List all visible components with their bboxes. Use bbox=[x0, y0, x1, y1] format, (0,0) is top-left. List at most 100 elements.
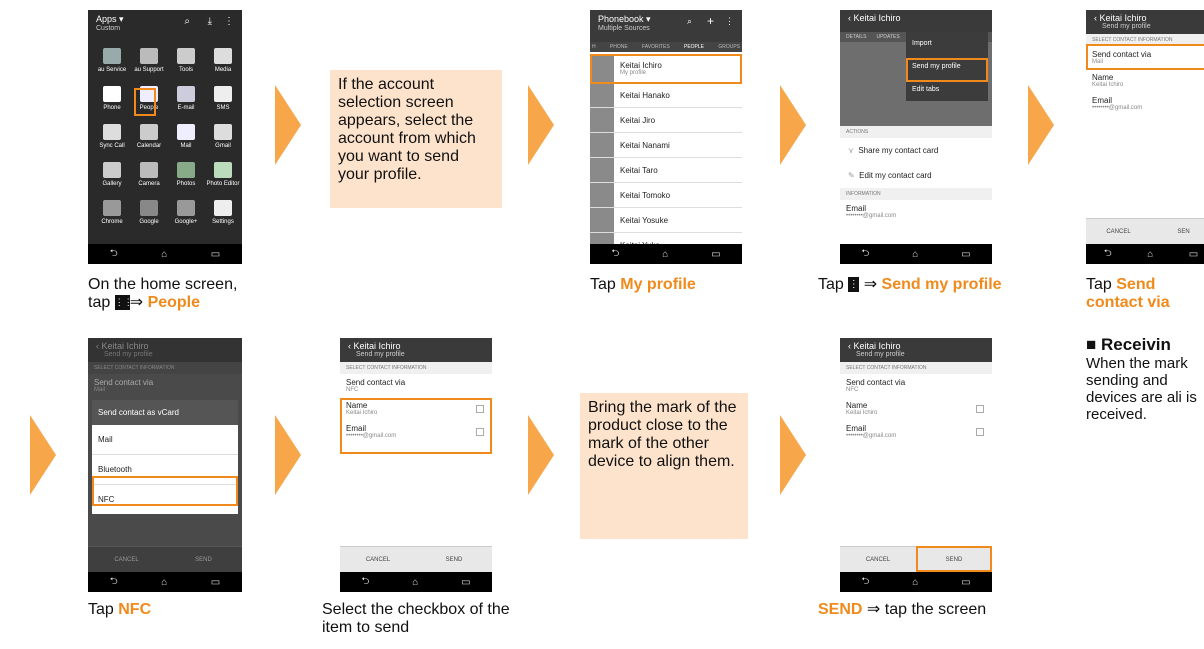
add-icon[interactable]: + bbox=[707, 14, 714, 28]
dim-via: Send contact via Mail bbox=[88, 374, 242, 397]
app-phone[interactable]: Phone bbox=[92, 86, 132, 111]
app-gallery[interactable]: Gallery bbox=[92, 162, 132, 187]
information-label: INFORMATION bbox=[840, 188, 992, 200]
app-label: Sync Call bbox=[99, 143, 125, 149]
step-arrow bbox=[275, 415, 301, 495]
nav-bar: ⮌ ⌂ ▭ bbox=[88, 572, 242, 592]
app-google[interactable]: Google bbox=[129, 200, 169, 225]
app-label: E-mail bbox=[177, 105, 195, 111]
option-mail[interactable]: Mail bbox=[92, 425, 238, 455]
app-chrome[interactable]: Chrome bbox=[92, 200, 132, 225]
app-au-service[interactable]: au Service bbox=[92, 48, 132, 73]
caption-5: Tap NFC bbox=[88, 601, 151, 619]
email-info: Email ••••••••@gmail.com bbox=[840, 200, 992, 223]
home-icon[interactable]: ⌂ bbox=[1147, 249, 1153, 260]
send-button[interactable]: SEN bbox=[1151, 218, 1204, 244]
recent-icon[interactable]: ▭ bbox=[711, 249, 720, 260]
apps-title[interactable]: Apps ▾ bbox=[96, 14, 234, 25]
app-calendar[interactable]: Calendar bbox=[129, 124, 169, 149]
more-icon[interactable]: ⋮ bbox=[224, 16, 234, 27]
step-arrow bbox=[780, 85, 806, 165]
share-contact-card[interactable]: ⋎ Share my contact card bbox=[840, 138, 992, 163]
cancel-button[interactable]: CANCEL bbox=[340, 546, 416, 572]
search-icon[interactable]: ⌕ bbox=[687, 16, 692, 27]
app-settings[interactable]: Settings bbox=[203, 200, 242, 225]
recent-icon[interactable]: ▭ bbox=[211, 577, 220, 588]
recent-icon[interactable]: ▭ bbox=[961, 249, 970, 260]
dim-via-label: Send contact via bbox=[94, 378, 154, 387]
app-icon bbox=[214, 86, 232, 102]
caption-7-post: ⇒ tap the screen bbox=[866, 601, 987, 618]
email-checkbox[interactable] bbox=[976, 428, 984, 436]
app-au-support[interactable]: au Support bbox=[129, 48, 169, 73]
caption-7-hl: SEND bbox=[818, 601, 863, 618]
list-item[interactable]: Keitai Nanami bbox=[590, 133, 742, 158]
tab-phone[interactable]: PHONE bbox=[610, 44, 628, 50]
nav-bar: ⮌ ⌂ ▭ bbox=[1086, 244, 1204, 264]
list-item[interactable]: Keitai Hanako bbox=[590, 83, 742, 108]
tab-people[interactable]: PEOPLE bbox=[684, 44, 704, 50]
back-icon[interactable]: ⮌ bbox=[110, 574, 118, 591]
send-button[interactable]: SEND bbox=[416, 546, 492, 572]
home-icon[interactable]: ⌂ bbox=[161, 249, 167, 260]
apps-subtitle: Custom bbox=[96, 25, 121, 32]
app-sms[interactable]: SMS bbox=[203, 86, 242, 111]
cancel-button[interactable]: CANCEL bbox=[840, 546, 916, 572]
home-icon[interactable]: ⌂ bbox=[412, 577, 418, 588]
recent-icon[interactable]: ▭ bbox=[1189, 249, 1198, 260]
home-icon[interactable]: ⌂ bbox=[912, 249, 918, 260]
recent-icon[interactable]: ▭ bbox=[211, 249, 220, 260]
download-icon[interactable]: ⤓ bbox=[208, 16, 212, 27]
back-icon[interactable]: ⮌ bbox=[861, 246, 869, 263]
name-checkbox[interactable] bbox=[976, 405, 984, 413]
recent-icon[interactable]: ▭ bbox=[961, 577, 970, 588]
name-label: Name bbox=[846, 401, 868, 410]
app-e-mail[interactable]: E-mail bbox=[166, 86, 206, 111]
contact-name: Keitai Taro bbox=[620, 165, 658, 175]
list-item[interactable]: Keitai Jiro bbox=[590, 108, 742, 133]
search-icon[interactable]: ⌕ bbox=[184, 16, 190, 27]
cancel-button[interactable]: CANCEL bbox=[1086, 218, 1151, 244]
list-item[interactable]: Keitai Tomoko bbox=[590, 183, 742, 208]
back-icon[interactable]: ⮌ bbox=[1104, 246, 1112, 263]
app-mail[interactable]: Mail bbox=[166, 124, 206, 149]
list-item[interactable]: Keitai Taro bbox=[590, 158, 742, 183]
list-item[interactable]: Keitai Yosuke bbox=[590, 208, 742, 233]
recent-icon[interactable]: ▭ bbox=[461, 577, 470, 588]
app-icon bbox=[103, 162, 121, 178]
app-camera[interactable]: Camera bbox=[129, 162, 169, 187]
nav-bar: ⮌ ⌂ ▭ bbox=[88, 244, 242, 264]
apps-screen: Apps ▾ Custom ⌕ ⤓ ⋮ au Service au Support… bbox=[88, 10, 242, 264]
send-contact-via[interactable]: Send contact via NFC bbox=[840, 374, 992, 397]
back-icon[interactable]: ⮌ bbox=[110, 246, 118, 263]
back-icon[interactable]: ⮌ bbox=[611, 246, 619, 263]
app-gmail[interactable]: Gmail bbox=[203, 124, 242, 149]
app-photos[interactable]: Photos bbox=[166, 162, 206, 187]
home-icon[interactable]: ⌂ bbox=[161, 577, 167, 588]
home-icon[interactable]: ⌂ bbox=[662, 249, 668, 260]
tab-groups[interactable]: GROUPS bbox=[718, 44, 740, 50]
tab-details[interactable]: DETAILS bbox=[846, 34, 866, 40]
back-icon[interactable]: ⮌ bbox=[361, 574, 369, 591]
back-icon[interactable]: ⮌ bbox=[861, 574, 869, 591]
app-photo-editor[interactable]: Photo Editor bbox=[203, 162, 242, 187]
button-row: CANCEL SEND bbox=[340, 546, 492, 572]
section-label: SELECT CONTACT INFORMATION bbox=[840, 362, 992, 374]
app-media[interactable]: Media bbox=[203, 48, 242, 73]
app-tools[interactable]: Tools bbox=[166, 48, 206, 73]
tab-h[interactable]: H bbox=[592, 44, 596, 50]
home-icon[interactable]: ⌂ bbox=[912, 577, 918, 588]
menu-import[interactable]: Import bbox=[906, 32, 988, 55]
app-google-[interactable]: Google+ bbox=[166, 200, 206, 225]
nfc-highlight bbox=[92, 476, 238, 506]
app-label: Google+ bbox=[174, 219, 198, 225]
send-contact-via[interactable]: Send contact via NFC bbox=[340, 374, 492, 397]
tab-updates[interactable]: UPDATES bbox=[876, 34, 899, 40]
tab-favorites[interactable]: FAVORITES bbox=[642, 44, 670, 50]
app-sync-call[interactable]: Sync Call bbox=[92, 124, 132, 149]
edit-contact-card[interactable]: ✎ Edit my contact card bbox=[840, 163, 992, 188]
app-label: Mail bbox=[180, 143, 192, 149]
step-arrow bbox=[30, 415, 56, 495]
more-icon[interactable]: ⋮ bbox=[725, 16, 734, 27]
email-field: Email ••••••••@gmail.com bbox=[840, 420, 992, 443]
